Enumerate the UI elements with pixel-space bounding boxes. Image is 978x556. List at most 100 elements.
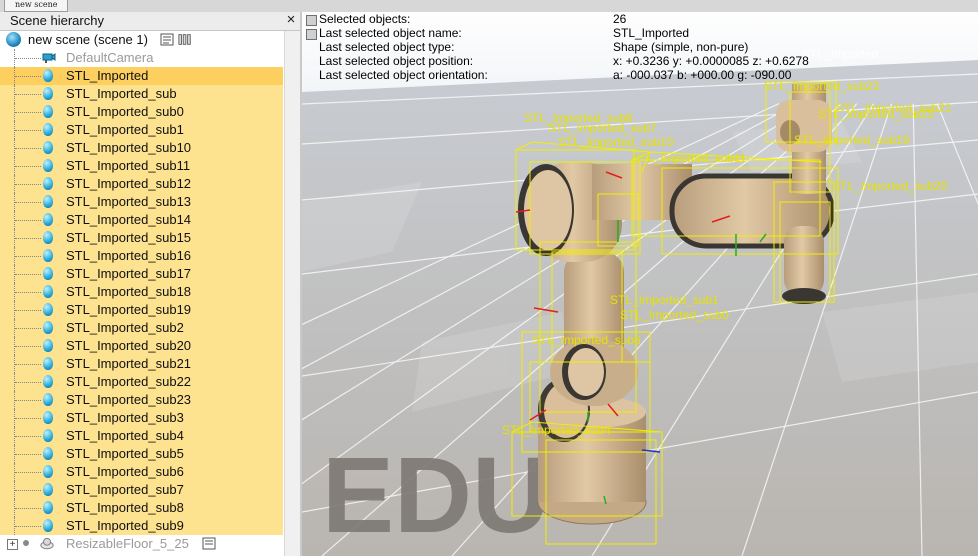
tree-item-stl-imported-sub[interactable]: STL_Imported_sub [0,85,283,103]
hierarchy-scrollbar[interactable] [284,31,300,556]
tree-item-stl-imported-sub23[interactable]: STL_Imported_sub23 [0,391,283,409]
shape-icon [43,123,53,136]
tree-item-label: STL_Imported_sub2 [66,320,184,335]
tree-guide [15,148,41,149]
tree-item-stl-imported-sub7[interactable]: STL_Imported_sub7 [0,481,283,499]
tree-guide [15,256,41,257]
tree-item-stl-imported-sub14[interactable]: STL_Imported_sub14 [0,211,283,229]
shape-icon [43,195,53,208]
shape-icon [43,105,53,118]
tree-guide [15,130,41,131]
tree-guide [15,274,41,275]
tree-item-label: STL_Imported_sub17 [66,266,192,281]
tree-guide [15,238,41,239]
info-label: Last selected object name: [319,26,462,40]
tree-item-stl-imported-sub10[interactable]: STL_Imported_sub10 [0,139,283,157]
tree-item-stl-imported-sub22[interactable]: STL_Imported_sub22 [0,373,283,391]
object-list: STL_Imported STL_Imported_sub STL_Imported… [0,67,300,535]
tree-item-stl-imported-sub17[interactable]: STL_Imported_sub17 [0,265,283,283]
camera-icon [42,53,56,63]
tree-item-stl-imported-sub2[interactable]: STL_Imported_sub2 [0,319,283,337]
tree-guide [15,292,41,293]
info-toggle-button[interactable] [306,29,317,40]
tree-item-stl-imported-sub16[interactable]: STL_Imported_sub16 [0,247,283,265]
object-label: STL_Imported_sub4 [502,423,611,437]
tree-guide [15,346,41,347]
tree-guide [15,202,41,203]
tree-item-stl-imported-sub0[interactable]: STL_Imported_sub0 [0,103,283,121]
tree-item-stl-imported-sub9[interactable]: STL_Imported_sub9 [0,517,283,535]
tree-item-label: STL_Imported_sub8 [66,500,184,515]
info-value: 26 [613,12,627,26]
tree-guide [15,166,41,167]
layers-icon[interactable] [178,33,192,46]
scene-hierarchy-panel: Scene hierarchy × new scene (scene 1) De… [0,12,301,556]
shape-icon [43,519,53,532]
script-icon[interactable] [160,33,174,46]
tree-item-stl-imported-sub15[interactable]: STL_Imported_sub15 [0,229,283,247]
info-value: x: +0.3236 y: +0.0000085 z: +0.6278 [613,54,809,68]
tree-item-label: STL_Imported_sub16 [66,248,192,263]
tree-item-stl-imported-sub13[interactable]: STL_Imported_sub13 [0,193,283,211]
tree-item-label: STL_Imported_sub4 [66,428,184,443]
tree-item-label: STL_Imported_sub3 [66,410,184,425]
camera-label: DefaultCamera [66,50,154,65]
tree-item-label: STL_Imported_sub [66,86,177,101]
expand-icon[interactable]: + [7,539,18,550]
shape-icon [43,465,53,478]
tree-item-label: STL_Imported_sub21 [66,356,192,371]
tree-item-stl-imported[interactable]: STL_Imported [0,67,283,85]
scene-canvas[interactable]: EDU STL_ImportedSTL_Imported_sub22STL_Im… [302,12,978,556]
info-value: a: -000.037 b: +000.00 g: -090.00 [613,68,792,82]
tree-guide [15,508,41,509]
tree-item-stl-imported-sub18[interactable]: STL_Imported_sub18 [0,283,283,301]
shape-icon [43,249,53,262]
tree-item-label: STL_Imported_sub6 [66,464,184,479]
tree-item-stl-imported-sub21[interactable]: STL_Imported_sub21 [0,355,283,373]
shape-icon [43,231,53,244]
tab-new-scene[interactable]: new scene [4,0,69,12]
shape-icon [43,357,53,370]
shape-icon [43,213,53,226]
tree-item-stl-imported-sub4[interactable]: STL_Imported_sub4 [0,427,283,445]
tree-item-stl-imported-sub20[interactable]: STL_Imported_sub20 [0,337,283,355]
scene-viewport[interactable]: EDU STL_Imported STL_Imported_sub22 STL_… [302,12,978,556]
object-label: STL_Imported_sub6 [532,333,641,347]
tree-item-stl-imported-sub11[interactable]: STL_Imported_sub11 [0,157,283,175]
hierarchy-tree: new scene (scene 1) DefaultCamera STL_Im… [0,31,300,553]
edu-watermark: EDU [322,434,550,555]
shape-icon [43,267,53,280]
tree-item-stl-imported-sub19[interactable]: STL_Imported_sub19 [0,301,283,319]
info-toggle-button[interactable] [306,15,317,26]
tree-item-stl-imported-sub5[interactable]: STL_Imported_sub5 [0,445,283,463]
tree-item-stl-imported-sub1[interactable]: STL_Imported_sub1 [0,121,283,139]
tree-item-label: STL_Imported_sub22 [66,374,192,389]
tree-item-stl-imported-sub8[interactable]: STL_Imported_sub8 [0,499,283,517]
tree-item-label: STL_Imported [66,68,149,83]
tree-item-stl-imported-sub3[interactable]: STL_Imported_sub3 [0,409,283,427]
globe-icon [6,32,21,47]
shape-icon [43,303,53,316]
tree-root-row[interactable]: new scene (scene 1) [0,31,300,49]
root-label: new scene (scene 1) [28,32,148,47]
object-label: STL_Imported_sub11 [632,151,747,165]
tree-item-camera[interactable]: DefaultCamera [0,49,300,67]
info-value: Shape (simple, non-pure) [613,40,749,54]
tree-item-floor[interactable]: + ResizableFloor_5_25 [0,535,300,553]
tree-item-label: STL_Imported_sub11 [66,158,191,173]
shape-icon [43,447,53,460]
tree-item-stl-imported-sub6[interactable]: STL_Imported_sub6 [0,463,283,481]
script-icon[interactable] [202,537,216,550]
tree-item-label: STL_Imported_sub15 [66,230,192,245]
tree-item-stl-imported-sub12[interactable]: STL_Imported_sub12 [0,175,283,193]
tree-item-label: STL_Imported_sub19 [66,302,192,317]
tree-item-label: STL_Imported_sub20 [66,338,192,353]
tree-item-label: STL_Imported_sub7 [66,482,184,497]
tree-guide [15,400,41,401]
close-icon[interactable]: × [284,12,298,27]
floor-icon [40,537,54,550]
shape-icon [43,339,53,352]
object-label: STL_Imported_sub23 [818,107,934,121]
tree-guide [15,184,41,185]
shape-icon [43,141,53,154]
